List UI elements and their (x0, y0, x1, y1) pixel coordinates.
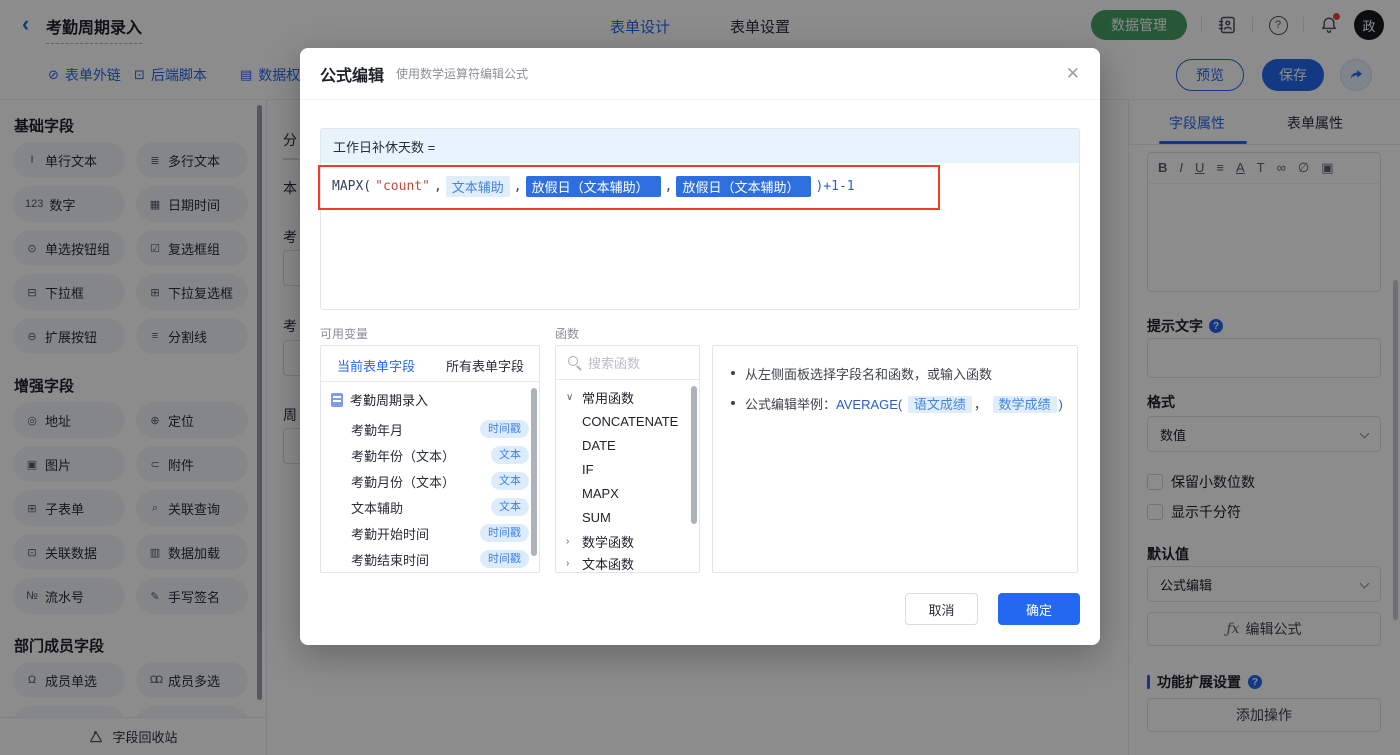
bullet-icon (731, 401, 735, 405)
tip-line-2: 公式编辑举例：AVERAGE( 语文成绩， 数学成绩) (731, 394, 1063, 413)
variables-tabs: 当前表单字段 所有表单字段 (321, 346, 539, 382)
type-badge: 文本 (491, 498, 529, 516)
formula-string-arg: "count" (375, 179, 430, 194)
variable-name: 考勤结束时间 (351, 552, 430, 568)
formula-tail: )+1-1 (815, 179, 855, 194)
chevron-down-icon: ∨ (566, 392, 574, 403)
modal-subtitle: 使用数学运算符编辑公式 (396, 67, 529, 81)
tip-example-token: 数学成绩 (992, 396, 1057, 413)
function-group-common[interactable]: ∨ 常用函数 (566, 388, 634, 407)
functions-label: 函数 (555, 327, 580, 341)
close-icon[interactable]: ✕ (1066, 64, 1080, 84)
function-item[interactable]: DATE (582, 438, 616, 453)
variable-row[interactable]: 文本辅助 文本 (351, 496, 529, 518)
tip-line-1: 从左侧面板选择字段名和函数，或输入函数 (731, 364, 992, 383)
functions-panel: ∨ 常用函数 CONCATENATE DATE IF MAPX SUM › 数学… (555, 345, 700, 573)
formula-field-token-selected[interactable]: 放假日（文本辅助） (676, 176, 812, 197)
variable-name: 考勤开始时间 (351, 526, 430, 542)
variable-row[interactable]: 考勤年月 时间戳 (351, 418, 529, 440)
function-group-text[interactable]: › 文本函数 (566, 554, 635, 572)
function-group-math[interactable]: › 数学函数 (566, 532, 634, 551)
variables-tree-root[interactable]: 考勤周期录入 (331, 390, 428, 409)
confirm-button[interactable]: 确定 (998, 593, 1080, 625)
search-icon (568, 356, 578, 366)
function-item[interactable]: MAPX (582, 486, 619, 501)
function-group-label: 常用函数 (582, 391, 635, 406)
variable-row[interactable]: 考勤月份（文本） 文本 (351, 470, 529, 492)
form-doc-icon (331, 392, 343, 407)
type-badge: 文本 (491, 446, 529, 464)
modal-title: 公式编辑 (320, 67, 385, 85)
tip-text: 从左侧面板选择字段名和函数，或输入函数 (745, 367, 993, 382)
formula-function-name: MAPX( (332, 179, 372, 194)
modal-header: 公式编辑 使用数学运算符编辑公式 (300, 48, 1100, 100)
formula-field-token[interactable]: 文本辅助 (445, 176, 510, 197)
type-badge: 文本 (491, 472, 529, 490)
formula-comma: , (664, 179, 673, 194)
type-badge: 时间戳 (480, 550, 529, 568)
variables-root-label: 考勤周期录入 (350, 393, 429, 408)
type-badge: 时间戳 (480, 524, 529, 542)
function-group-label: 数学函数 (582, 535, 635, 550)
variable-row[interactable]: 考勤开始时间 时间戳 (351, 522, 529, 544)
variable-row[interactable]: 考勤结束时间 时间戳 (351, 548, 529, 570)
tip-example-function: AVERAGE( (836, 397, 903, 412)
tip-example-separator: ， (973, 397, 987, 412)
type-badge: 时间戳 (480, 420, 529, 438)
tip-example-label: 公式编辑举例： (745, 397, 837, 412)
variable-row-partial[interactable] (351, 571, 529, 572)
formula-target-label: 工作日补休天数 = (321, 129, 1079, 163)
cancel-button[interactable]: 取消 (905, 593, 978, 625)
tip-example: 公式编辑举例：AVERAGE( 语文成绩， 数学成绩) (745, 394, 1063, 413)
formula-field-token-selected[interactable]: 放假日（文本辅助） (525, 176, 661, 197)
chevron-right-icon: › (566, 536, 570, 547)
formula-comma: , (433, 179, 442, 194)
formula-comma: , (513, 179, 522, 194)
function-item[interactable]: IF (582, 462, 594, 477)
tip-example-token: 语文成绩 (907, 396, 972, 413)
variables-scrollbar[interactable] (531, 388, 537, 556)
functions-scrollbar[interactable] (691, 386, 697, 524)
formula-expression[interactable]: MAPX("count", 文本辅助 , 放假日（文本辅助） , 放假日（文本辅… (332, 176, 855, 197)
formula-editor-box: 工作日补休天数 = (320, 128, 1080, 310)
tip-example-close-paren: ) (1058, 397, 1063, 412)
function-item[interactable]: CONCATENATE (582, 414, 678, 429)
chevron-right-icon: › (566, 558, 570, 569)
function-search-row (556, 346, 699, 380)
variable-name: 考勤月份（文本） (351, 474, 456, 490)
available-variables-label: 可用变量 (320, 327, 369, 341)
variable-name: 考勤年月 (351, 422, 404, 438)
tab-current-form-fields[interactable]: 当前表单字段 (337, 356, 415, 375)
function-search-input[interactable] (588, 352, 688, 374)
function-group-label: 文本函数 (582, 557, 635, 572)
variable-name: 文本辅助 (351, 500, 404, 516)
variable-row[interactable]: 考勤年份（文本） 文本 (351, 444, 529, 466)
variables-panel: 当前表单字段 所有表单字段 考勤周期录入 考勤年月 时间戳 考勤年份（文本） 文本 … (320, 345, 540, 573)
tips-panel: 从左侧面板选择字段名和函数，或输入函数 公式编辑举例：AVERAGE( 语文成绩… (712, 345, 1078, 573)
tab-all-form-fields[interactable]: 所有表单字段 (446, 356, 524, 375)
formula-edit-modal: 公式编辑 使用数学运算符编辑公式 ✕ 工作日补休天数 = MAPX("count… (300, 48, 1100, 645)
variable-name: 考勤年份（文本） (351, 448, 456, 464)
bullet-icon (731, 371, 735, 375)
function-item[interactable]: SUM (582, 510, 611, 525)
